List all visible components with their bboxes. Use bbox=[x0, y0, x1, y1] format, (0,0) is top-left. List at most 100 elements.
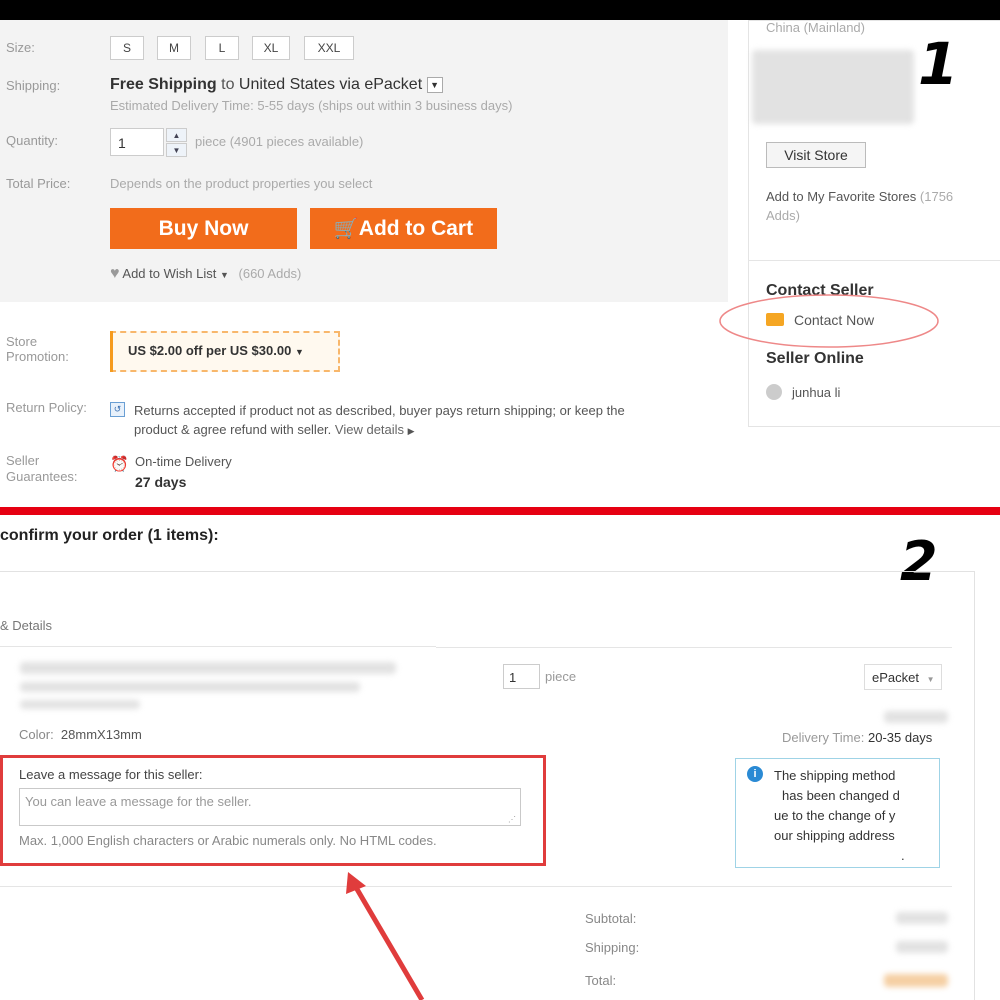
confirm-order-heading: confirm your order (1 items): bbox=[0, 527, 219, 544]
color-row: Color: 28mmX13mm bbox=[19, 727, 142, 742]
return-policy-line2: product & agree refund with seller. bbox=[134, 422, 332, 437]
total-value-blurred bbox=[884, 974, 948, 987]
total-price-value: Depends on the product properties you se… bbox=[110, 176, 373, 191]
promotion-text: US $2.00 off per US $30.00 bbox=[128, 343, 292, 358]
favorite-store[interactable]: Add to My Favorite Stores (1756 Adds) bbox=[766, 187, 953, 225]
clock-icon: ⏰ bbox=[110, 456, 129, 473]
wishlist-count: (660 Adds) bbox=[238, 266, 302, 281]
subtotal-value-blurred bbox=[896, 912, 948, 924]
return-policy-icon: ↺ bbox=[110, 402, 125, 417]
seller-guarantees-label-line2: Guarantees: bbox=[6, 469, 78, 484]
return-policy-text: Returns accepted if product not as descr… bbox=[134, 401, 625, 441]
contact-annotation-circle bbox=[719, 294, 939, 348]
details-divider-left bbox=[0, 646, 436, 647]
seller-name[interactable]: junhua li bbox=[792, 385, 840, 400]
details-section-label: & Details bbox=[0, 618, 53, 633]
add-to-cart-label: Add to Cart bbox=[358, 217, 474, 240]
seller-guarantees-label-line1: Seller bbox=[6, 453, 40, 468]
heart-icon: ♥ bbox=[110, 265, 120, 282]
on-time-delivery: On-time Delivery bbox=[135, 454, 232, 469]
store-promotion-label-line1: Store bbox=[6, 334, 38, 349]
favorite-store-label[interactable]: Add to My Favorite Stores bbox=[766, 189, 916, 204]
promotion-dropdown-icon[interactable]: ▼ bbox=[295, 347, 304, 357]
favorite-count-suffix: Adds) bbox=[766, 208, 800, 223]
size-option-m[interactable]: M bbox=[157, 36, 191, 60]
view-details-link[interactable]: View details bbox=[335, 422, 404, 437]
message-annotation-box bbox=[0, 755, 546, 866]
shipping-to: to bbox=[221, 76, 235, 93]
total-label: Total: bbox=[585, 973, 617, 988]
notice-line-1: The shipping method bbox=[774, 768, 896, 783]
step-number-1: 1 bbox=[918, 30, 959, 98]
store-promotion-label-line2: Promotion: bbox=[6, 349, 69, 364]
size-option-xxl[interactable]: XXL bbox=[304, 36, 354, 60]
seller-avatar-icon bbox=[766, 384, 782, 400]
panel-divider bbox=[0, 507, 1000, 515]
visit-store-button[interactable]: Visit Store bbox=[766, 142, 866, 168]
buy-now-button[interactable]: Buy Now bbox=[110, 208, 297, 249]
chevron-right-icon[interactable]: ▶ bbox=[408, 426, 415, 436]
store-location: China (Mainland) bbox=[766, 20, 865, 35]
store-promotion-label: Store Promotion: bbox=[6, 334, 69, 364]
info-icon: i bbox=[747, 766, 763, 782]
guarantee-days: 27 days bbox=[135, 474, 187, 490]
color-value: 28mmX13mm bbox=[60, 727, 142, 742]
return-policy-line1: Returns accepted if product not as descr… bbox=[134, 403, 625, 418]
size-option-xl[interactable]: XL bbox=[252, 36, 290, 60]
store-logo-blurred bbox=[752, 50, 914, 124]
wishlist-row[interactable]: ♥ Add to Wish List ▼ (660 Adds) bbox=[110, 265, 301, 283]
shipping-total-label: Shipping: bbox=[585, 940, 640, 955]
chevron-down-icon[interactable]: ▼ bbox=[220, 270, 229, 280]
totals-divider bbox=[0, 886, 952, 887]
quantity-decrease-icon[interactable]: ▼ bbox=[166, 143, 187, 157]
details-divider-right bbox=[436, 647, 952, 648]
shipping-dropdown-icon[interactable]: ▼ bbox=[426, 76, 443, 93]
notice-text: The shipping method has been changed d u… bbox=[774, 766, 905, 866]
product-title-blurred-line3 bbox=[20, 700, 140, 709]
notice-line-2: has been changed d bbox=[782, 788, 900, 803]
wishlist-label[interactable]: Add to Wish List bbox=[122, 266, 216, 281]
seller-online-heading: Seller Online bbox=[766, 350, 864, 367]
shipping-cost-blurred bbox=[884, 711, 948, 723]
sidebar-divider bbox=[748, 260, 1000, 261]
product-options-area bbox=[0, 20, 728, 302]
shipping-line: Free Shipping to United States via ePack… bbox=[110, 76, 443, 94]
promotion-accent-bar bbox=[110, 331, 113, 372]
quantity-increase-icon[interactable]: ▲ bbox=[166, 128, 187, 142]
color-label: Color: bbox=[19, 727, 54, 742]
product-title-blurred-line2 bbox=[20, 682, 360, 692]
delivery-time-row: Delivery Time: 20-35 days bbox=[782, 730, 932, 745]
seller-guarantees-label: Seller Guarantees: bbox=[6, 453, 78, 485]
notice-line-4: our shipping address bbox=[774, 828, 895, 843]
shipping-value-blurred bbox=[896, 941, 948, 953]
return-policy-label: Return Policy: bbox=[6, 400, 87, 415]
shipping-destination[interactable]: United States via ePacket bbox=[239, 76, 422, 93]
store-promotion-coupon[interactable]: US $2.00 off per US $30.00 ▼ bbox=[110, 331, 340, 372]
total-price-label: Total Price: bbox=[6, 176, 71, 191]
shipping-method-select[interactable]: ePacket ▼ bbox=[864, 664, 942, 690]
select-chevron-down-icon: ▼ bbox=[926, 675, 935, 684]
order-quantity-input[interactable]: 1 bbox=[503, 664, 540, 689]
quantity-input[interactable]: 1 bbox=[110, 128, 164, 156]
add-to-cart-button[interactable]: 🛒Add to Cart bbox=[310, 208, 497, 249]
favorite-count: (1756 bbox=[919, 189, 954, 204]
notice-line-5: . bbox=[901, 848, 905, 863]
top-black-bar bbox=[0, 0, 1000, 20]
order-quantity-unit: piece bbox=[545, 669, 577, 684]
delivery-time-label: Delivery Time: bbox=[782, 730, 865, 745]
quantity-label: Quantity: bbox=[6, 133, 59, 148]
pieces-available: piece (4901 pieces available) bbox=[195, 134, 364, 149]
delivery-time-value: 20-35 days bbox=[867, 730, 933, 745]
annotation-arrow bbox=[346, 872, 425, 1000]
size-option-s[interactable]: S bbox=[110, 36, 144, 60]
notice-line-3: ue to the change of y bbox=[774, 808, 896, 823]
free-shipping-text: Free Shipping bbox=[110, 76, 217, 93]
size-option-l[interactable]: L bbox=[205, 36, 239, 60]
delivery-estimate: Estimated Delivery Time: 5-55 days (ship… bbox=[110, 98, 513, 113]
size-label: Size: bbox=[6, 40, 35, 55]
shipping-label: Shipping: bbox=[6, 78, 61, 93]
product-title-blurred bbox=[20, 662, 396, 674]
cart-icon: 🛒 bbox=[333, 218, 359, 240]
subtotal-label: Subtotal: bbox=[585, 911, 637, 926]
shipping-method-value: ePacket bbox=[872, 670, 919, 685]
